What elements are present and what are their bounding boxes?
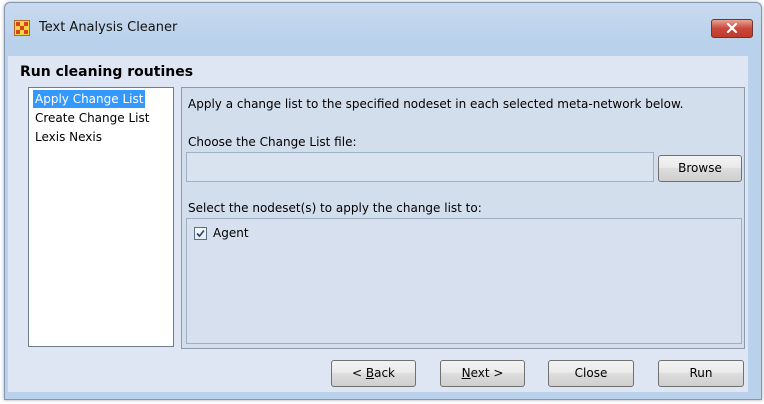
next-button-rest: ext > — [470, 366, 504, 380]
next-button[interactable]: Next > — [440, 360, 525, 387]
title-bar[interactable]: Text Analysis Cleaner — [5, 3, 761, 59]
nodeset-label: Select the nodeset(s) to apply the chang… — [188, 201, 482, 215]
description-text: Apply a change list to the specified nod… — [188, 97, 684, 111]
close-button[interactable]: Close — [548, 360, 634, 387]
back-button-prefix: < — [351, 366, 366, 380]
file-label: Choose the Change List file: — [188, 135, 357, 149]
change-list-file-field[interactable] — [186, 152, 654, 182]
window-close-button[interactable] — [711, 19, 753, 38]
checkmark-icon — [196, 229, 205, 237]
nodeset-list: Agent — [186, 218, 742, 344]
page-title: Run cleaning routines — [20, 64, 194, 80]
close-icon — [726, 22, 738, 36]
back-button-rest: ack — [374, 366, 395, 380]
back-button-accel: B — [365, 366, 375, 380]
routine-item-lexis-nexis[interactable]: Lexis Nexis — [33, 128, 104, 146]
next-button-accel: N — [461, 366, 471, 380]
back-button[interactable]: < Back — [331, 360, 416, 387]
routine-item-create-change-list[interactable]: Create Change List — [33, 109, 151, 127]
agent-label: Agent — [213, 226, 249, 240]
routine-list[interactable]: Apply Change List Create Change List Lex… — [28, 87, 174, 347]
routine-item-apply-change-list[interactable]: Apply Change List — [33, 90, 146, 108]
browse-button[interactable]: Browse — [658, 155, 742, 182]
window-title: Text Analysis Cleaner — [39, 20, 178, 35]
nodeset-item-agent[interactable]: Agent — [194, 225, 249, 241]
run-button[interactable]: Run — [658, 360, 744, 387]
agent-checkbox[interactable] — [194, 226, 207, 240]
app-grid-icon — [14, 20, 30, 36]
routine-options-panel: Apply a change list to the specified nod… — [181, 87, 745, 349]
